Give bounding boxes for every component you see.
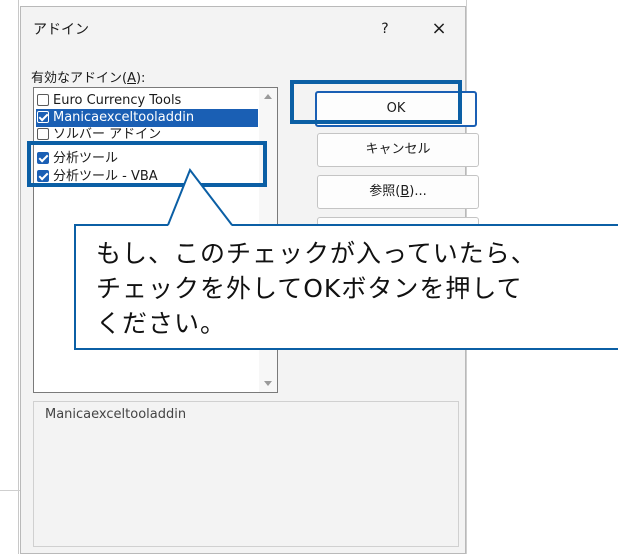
close-button[interactable]: × [427, 17, 451, 41]
checkbox-highlight-frame [27, 141, 267, 187]
callout-line: ください。 [96, 309, 227, 338]
addin-item-euro[interactable]: Euro Currency Tools [36, 92, 258, 110]
addin-checkbox[interactable] [37, 128, 49, 140]
help-button[interactable]: ? [373, 17, 397, 41]
addin-item-label: Manicaexceltooladdin [53, 110, 195, 125]
callout-line: チェックを外してOKボタンを押して [96, 274, 523, 303]
addin-item-label: Euro Currency Tools [53, 93, 182, 108]
addin-checkbox[interactable] [37, 111, 49, 123]
cancel-button[interactable]: キャンセル [317, 133, 479, 167]
background-sheet-left [0, 0, 20, 554]
addin-checkbox[interactable] [37, 94, 49, 106]
addin-item-manica[interactable]: Manicaexceltooladdin [36, 109, 258, 127]
scroll-up-icon[interactable] [264, 94, 272, 99]
dialog-title: アドイン [33, 22, 89, 38]
ok-highlight-frame [290, 80, 462, 124]
description-group [33, 401, 459, 547]
callout-text: もし、このチェックが入っていたら、 チェックを外してOKボタンを押して ください… [96, 236, 596, 341]
callout-line: もし、このチェックが入っていたら、 [96, 239, 537, 268]
description-title: Manicaexceltooladdin [43, 407, 189, 422]
browse-button[interactable]: 参照(B)... [317, 175, 479, 209]
scroll-down-icon[interactable] [264, 381, 272, 386]
addin-list-label: 有効なアドイン(A): [31, 71, 146, 86]
